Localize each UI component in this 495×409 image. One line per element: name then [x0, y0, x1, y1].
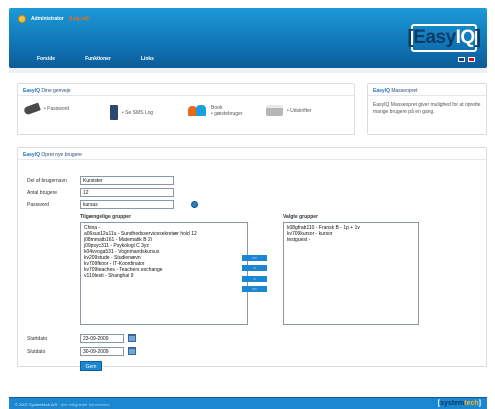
shortcut-sms-log[interactable]: • Se SMS Log [110, 105, 153, 120]
shortcut-guest-user[interactable]: Book • gæstebruger [188, 105, 243, 117]
shortcut-password[interactable]: • Password [23, 102, 69, 116]
shortcut-printouts[interactable]: • Udskrifter [266, 105, 312, 116]
footer: © 2007 Systemtech A/S · Alle rettigheder… [9, 397, 487, 409]
user-icon [18, 15, 26, 23]
enddate-label: Slutdato [27, 349, 46, 355]
footer-rights-link[interactable]: Alle rettigheder forbeholdes [61, 402, 110, 407]
create-users-title: EasyIQ Opret nye brugere [18, 148, 486, 160]
username-part-label: Del af brugernavn [27, 178, 67, 184]
shortcuts-panel: EasyIQ Dine genveje • Password • Se SMS … [17, 83, 355, 135]
password-input[interactable] [80, 200, 174, 209]
user-info: Administrator (Log ud) [18, 14, 89, 24]
save-button[interactable]: Gem [80, 361, 102, 371]
footer-copyright: © 2007 Systemtech A/S · Alle rettigheder… [15, 402, 110, 407]
create-users-panel: EasyIQ Opret nye brugere Del af brugerna… [17, 147, 487, 371]
startdate-label: Startdato [27, 336, 48, 342]
mass-create-description: EasyIQ Masseopret giver mulighed for at … [373, 102, 481, 115]
mass-create-panel: EasyIQ Masseopret EasyIQ Masseopret give… [367, 83, 487, 135]
user-name: Administrator [31, 16, 64, 22]
selected-groups-list[interactable]: k08gfrab110 - Fransk B - 1p + 1v kv709ku… [283, 222, 419, 325]
logout-link[interactable]: (Log ud) [69, 16, 89, 22]
printer-icon [266, 105, 283, 116]
app-header: Administrator (Log ud) Forside Funktione… [9, 8, 487, 68]
nav-links[interactable]: Links [141, 56, 154, 62]
systemtech-logo: [systemtech] [437, 400, 481, 407]
key-icon [23, 102, 41, 116]
people-icon [188, 105, 207, 117]
phone-icon [110, 105, 118, 120]
username-part-input[interactable] [80, 176, 174, 185]
add-selected-button[interactable]: > [242, 265, 267, 271]
user-count-label: Antal brugere [27, 190, 58, 196]
startdate-input[interactable] [80, 334, 124, 343]
shortcuts-title: EasyIQ Dine genveje [18, 84, 354, 96]
remove-all-button[interactable]: << [242, 286, 267, 292]
mass-create-title[interactable]: EasyIQ Masseopret [368, 84, 486, 96]
user-count-input[interactable] [80, 188, 174, 197]
available-groups-list[interactable]: China - a06sus12u11u - Sundhedsservicese… [80, 222, 248, 325]
calendar-icon[interactable] [128, 347, 136, 355]
add-all-button[interactable]: >> [242, 255, 267, 261]
easyiq-logo: [EasyIQ] [407, 24, 481, 52]
calendar-icon[interactable] [128, 334, 136, 342]
list-item[interactable]: testguest - [287, 237, 415, 243]
language-flags [458, 57, 475, 62]
available-groups-heading: Tilgængelige grupper [80, 214, 132, 220]
danish-flag-icon[interactable] [468, 57, 475, 62]
uk-flag-icon[interactable] [458, 57, 465, 62]
nav-funktioner[interactable]: Funktioner [85, 56, 111, 62]
help-icon[interactable] [191, 201, 198, 208]
header-divider [9, 68, 487, 73]
enddate-input[interactable] [80, 347, 124, 356]
nav-forside[interactable]: Forside [37, 56, 55, 62]
password-label: Password [27, 202, 49, 208]
remove-selected-button[interactable]: < [242, 276, 267, 282]
list-item[interactable]: v110testi - Shanghai 9 [84, 273, 244, 279]
selected-groups-heading: Valgte grupper [283, 214, 319, 220]
main-nav: Forside Funktioner Links [37, 56, 154, 62]
